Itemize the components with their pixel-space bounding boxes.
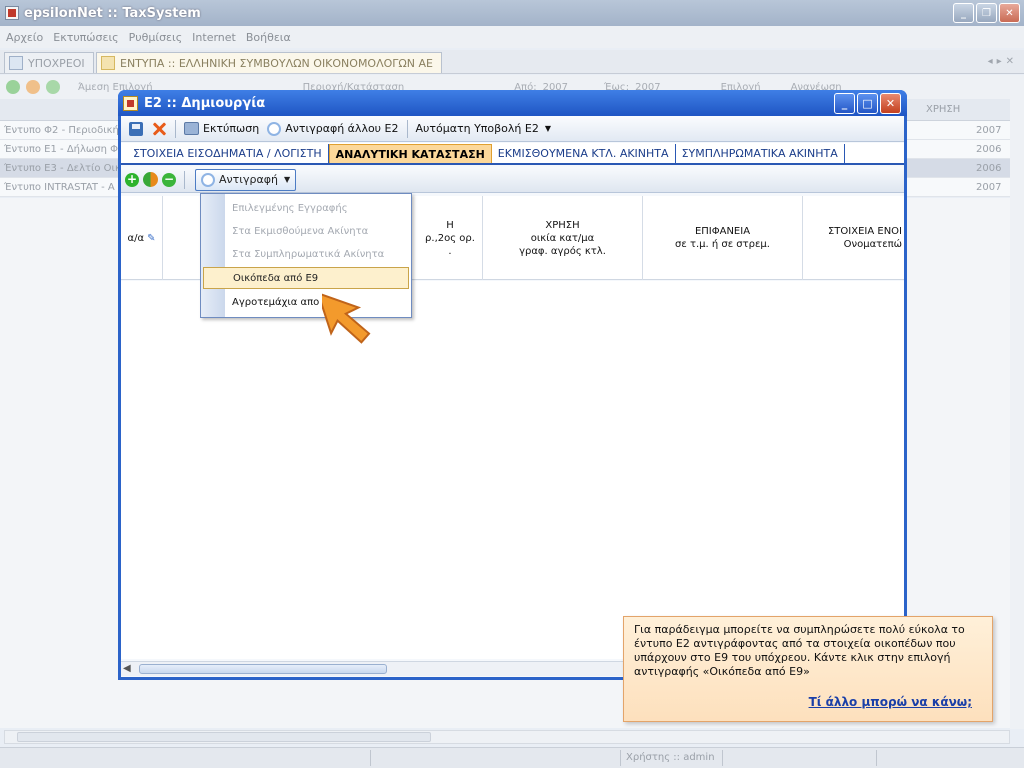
callout-message: Για παράδειγμα μπορείτε να συμπληρώσετε …	[634, 623, 965, 678]
printer-icon	[184, 122, 199, 135]
restore-button[interactable]: ❐	[976, 3, 997, 23]
scrollbar-thumb[interactable]	[139, 664, 387, 674]
column-tenant[interactable]: ΣΤΟΙΧΕΙΑ ΕΝΟΙ Ονοματεπώ	[803, 196, 904, 280]
add-row-icon[interactable]: +	[125, 172, 139, 187]
menu-item-plots-from-e9[interactable]: Οικόπεδα από Ε9	[203, 267, 409, 289]
copy-icon	[267, 121, 282, 136]
copy-icon	[201, 172, 215, 187]
add-icon[interactable]	[6, 80, 20, 94]
refresh-icon[interactable]	[143, 172, 158, 187]
close-button[interactable]: ✕	[999, 3, 1020, 23]
minimize-button[interactable]: _	[953, 3, 974, 23]
table-body	[121, 281, 904, 659]
pointer-arrow-icon	[322, 291, 371, 344]
status-user: Χρήστης :: admin	[626, 752, 715, 763]
remove-icon[interactable]	[46, 80, 60, 94]
document-tabs: ΥΠΟΧΡΕΟΙ ΕΝΤΥΠΑ :: ΕΛΛΗΝΙΚΗ ΣΥΜΒΟΥΛΩΝ ΟΙ…	[0, 50, 1024, 74]
status-divider	[722, 750, 723, 766]
copy-other-e2-button[interactable]: Αντιγραφή άλλου Ε2	[263, 118, 402, 140]
column-aa[interactable]: α/α ✎	[121, 196, 163, 280]
dialog-close-button[interactable]: ✕	[880, 93, 901, 114]
tab-leased-properties[interactable]: ΕΚΜΙΣΘΟΥΜΕΝΑ ΚΤΛ. ΑΚΙΝΗΤΑ	[492, 144, 676, 163]
document-icon	[101, 56, 115, 70]
column-area[interactable]: ΕΠΙΦΑΝΕΙΑ σε τ.μ. ή σε στρεμ.	[643, 196, 803, 280]
vertical-scrollbar[interactable]	[1010, 99, 1024, 729]
folder-icon	[9, 56, 23, 70]
menu-help[interactable]: Βοήθεια	[246, 31, 291, 44]
refresh-icon[interactable]	[26, 80, 40, 94]
app-logo-icon	[5, 6, 19, 20]
app-title: epsilonNet :: TaxSystem	[24, 5, 201, 21]
cancel-icon	[151, 121, 167, 137]
save-icon	[129, 121, 143, 136]
dialog-titlebar[interactable]: Ε2 :: Δημιουργία _ □ ✕	[118, 90, 907, 116]
save-button[interactable]	[125, 118, 147, 140]
chevron-down-icon: ▼	[544, 124, 551, 133]
toolbar-separator	[175, 119, 176, 138]
statusbar: Χρήστης :: admin	[0, 747, 1024, 768]
toolbar-separator	[184, 170, 185, 189]
menubar: Αρχείο Εκτυπώσεις Ρυθμίσεις Internet Βοή…	[0, 26, 1024, 48]
dialog-window-controls: _ □ ✕	[834, 93, 901, 114]
remove-row-icon[interactable]: −	[162, 172, 176, 187]
cancel-button[interactable]	[147, 118, 171, 140]
tab-forms[interactable]: ΕΝΤΥΠΑ :: ΕΛΛΗΝΙΚΗ ΣΥΜΒΟΥΛΩΝ ΟΙΚΟΝΟΜΟΛΟΓ…	[96, 52, 443, 73]
column-use[interactable]: ΧΡΗΣΗ οικία κατ/μα γραφ. αγρός κτλ.	[483, 196, 643, 280]
pencil-icon: ✎	[147, 232, 156, 244]
status-divider	[620, 750, 621, 766]
dialog-maximize-button[interactable]: □	[857, 93, 878, 114]
menu-prints[interactable]: Εκτυπώσεις	[53, 31, 118, 44]
help-callout: Για παράδειγμα μπορείτε να συμπληρώσετε …	[623, 616, 993, 722]
status-divider	[370, 750, 371, 766]
tab-taxpayer-accountant[interactable]: ΣΤΟΙΧΕΙΑ ΕΙΣΟΔΗΜΑΤΙΑ / ΛΟΓΙΣΤΗ	[127, 144, 329, 163]
e2-create-dialog: Ε2 :: Δημιουργία _ □ ✕ Εκτύπωση Αντιγραφ…	[118, 90, 907, 680]
grid-toolbar: + − Αντιγραφή ▼	[121, 167, 904, 193]
horizontal-scrollbar[interactable]	[4, 730, 1010, 744]
menu-internet[interactable]: Internet	[192, 31, 236, 44]
toolbar-separator	[406, 119, 408, 138]
tab-taxpayers[interactable]: ΥΠΟΧΡΕΟΙ	[4, 52, 94, 73]
menu-item-leased-properties[interactable]: Στα Εκμισθούμενα Ακίνητα	[203, 220, 409, 242]
menu-item-supplementary-properties[interactable]: Στα Συμπληρωματικά Ακίνητα	[203, 243, 409, 265]
dialog-title: Ε2 :: Δημιουργία	[144, 95, 266, 111]
auto-submit-button[interactable]: Αυτόματη Υποβολή Ε2 ▼	[412, 118, 556, 140]
print-button[interactable]: Εκτύπωση	[180, 118, 263, 140]
what-else-link[interactable]: Τί άλλο μπορώ να κάνω;	[809, 695, 972, 709]
main-window-controls: _ ❐ ✕	[953, 3, 1020, 23]
menu-file[interactable]: Αρχείο	[6, 31, 43, 44]
main-titlebar: epsilonNet :: TaxSystem _ ❐ ✕	[0, 0, 1024, 26]
copy-dropdown-menu: Επιλεγμένης Εγγραφής Στα Εκμισθούμενα Ακ…	[200, 193, 412, 318]
scrollbar-thumb[interactable]	[17, 732, 431, 742]
menu-item-farmland-from-e9[interactable]: Αγροτεμάχια απο Ε9	[203, 291, 409, 313]
dialog-toolbar: Εκτύπωση Αντιγραφή άλλου Ε2 Αυτόματη Υπο…	[121, 116, 904, 142]
scroll-left-icon[interactable]: ◀	[123, 663, 131, 674]
copy-dropdown-button[interactable]: Αντιγραφή ▼	[195, 168, 297, 191]
dialog-tabs: ΣΤΟΙΧΕΙΑ ΕΙΣΟΔΗΜΑΤΙΑ / ΛΟΓΙΣΤΗ ΑΝΑΛΥΤΙΚΗ…	[121, 143, 904, 165]
column-year-header[interactable]: ΧΡΗΣΗ	[926, 104, 960, 115]
chevron-down-icon: ▼	[284, 175, 291, 184]
tab-scroll-arrows-icon[interactable]: ◂▸✕	[988, 56, 1018, 67]
dialog-minimize-button[interactable]: _	[834, 93, 855, 114]
tab-supplementary-properties[interactable]: ΣΥΜΠΛΗΡΩΜΑΤΙΚΑ ΑΚΙΝΗΤΑ	[676, 144, 845, 163]
menu-item-selected-record[interactable]: Επιλεγμένης Εγγραφής	[203, 197, 409, 219]
tab-detailed-statement[interactable]: ΑΝΑΛΥΤΙΚΗ ΚΑΤΑΣΤΑΣΗ	[328, 144, 492, 163]
dialog-logo-icon	[123, 95, 138, 111]
menu-settings[interactable]: Ρυθμίσεις	[129, 31, 183, 44]
status-divider	[876, 750, 877, 766]
